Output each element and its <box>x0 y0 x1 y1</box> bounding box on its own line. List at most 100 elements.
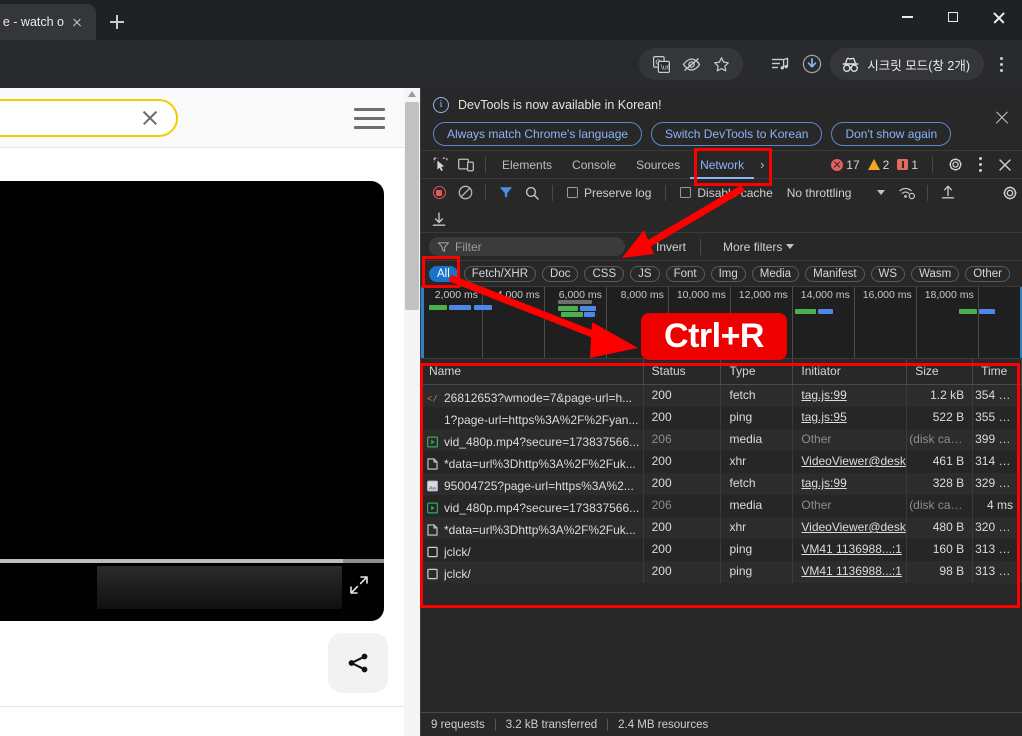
more-filters-dropdown[interactable]: More filters <box>723 240 795 254</box>
table-row[interactable]: jclck/200 ping VM41 1136988...:1 98 B 313 ms <box>421 561 1022 583</box>
column-header-status[interactable]: Status <box>644 359 722 384</box>
cell-initiator: Other <box>793 429 908 451</box>
chip-js[interactable]: JS <box>630 265 660 282</box>
dont-show-again-button[interactable]: Don't show again <box>831 122 952 146</box>
media-playlist-icon[interactable] <box>766 50 794 78</box>
close-window-button[interactable] <box>976 0 1022 34</box>
overview-tick-label: 18,000 ms <box>924 289 974 301</box>
table-row[interactable]: jclck/200 ping VM41 1136988...:1 160 B 313 m… <box>421 539 1022 561</box>
incognito-eye-icon[interactable] <box>677 50 705 78</box>
browser-tab[interactable]: e - watch o <box>0 4 96 40</box>
table-row[interactable]: vid_480p.mp4?secure=173837566... 206 media… <box>421 429 1022 451</box>
chip-wasm[interactable]: Wasm <box>911 265 960 282</box>
banner-close-icon[interactable] <box>994 110 1010 126</box>
download-icon[interactable] <box>798 50 826 78</box>
gear-icon[interactable] <box>942 152 968 178</box>
table-row[interactable]: </> 26812653?wmode=7&page-url=h... 200fetc… <box>421 385 1022 407</box>
throttling-select[interactable]: No throttling <box>781 186 886 200</box>
browser-menu-button[interactable] <box>988 48 1014 80</box>
column-header-time[interactable]: Time <box>973 359 1022 384</box>
cell-time: 355 ms <box>973 407 1022 429</box>
cell-name: jclck/ <box>421 539 644 561</box>
chip-fetch-xhr[interactable]: Fetch/XHR <box>463 265 537 282</box>
switch-to-korean-button[interactable]: Switch DevTools to Korean <box>651 122 823 146</box>
scroll-up-arrow-icon[interactable] <box>408 91 416 97</box>
scrollbar-thumb[interactable] <box>405 102 419 310</box>
column-header-name[interactable]: Name <box>421 359 644 384</box>
hamburger-icon[interactable] <box>354 108 386 130</box>
chip-all[interactable]: All <box>429 265 458 282</box>
network-conditions-button[interactable] <box>895 181 919 205</box>
warning-counter[interactable]: 2 <box>867 158 889 172</box>
hamburger-line <box>354 125 385 129</box>
column-header-size[interactable]: Size <box>907 359 974 384</box>
table-row[interactable]: 1?page-url=https%3A%2F%2Fyan... 200 ping ta… <box>421 407 1022 429</box>
chip-font[interactable]: Font <box>665 265 705 282</box>
fullscreen-icon[interactable] <box>348 574 370 596</box>
tab-console[interactable]: Console <box>562 151 626 179</box>
tab-close-icon[interactable] <box>68 13 86 31</box>
clear-button[interactable] <box>453 181 477 205</box>
table-row[interactable]: *data=url%3Dhttp%3A%2F%2Fuk... 200 xhr Vide… <box>421 517 1022 539</box>
tab-sources[interactable]: Sources <box>626 151 690 179</box>
export-har-button[interactable] <box>936 181 960 205</box>
import-har-button[interactable] <box>427 207 451 231</box>
maximize-button[interactable] <box>930 0 976 34</box>
record-button[interactable] <box>427 181 451 205</box>
always-match-language-button[interactable]: Always match Chrome's language <box>433 122 643 146</box>
column-header-initiator[interactable]: Initiator <box>793 359 908 384</box>
table-row[interactable]: vid_480p.mp4?secure=173837566... 206 media… <box>421 495 1022 517</box>
overview-tick-label: 16,000 ms <box>862 289 912 301</box>
chip-ws[interactable]: WS <box>870 265 906 282</box>
incognito-badge[interactable]: 시크릿 모드(창 2개) <box>830 48 984 80</box>
device-toolbar-icon[interactable] <box>453 152 479 178</box>
clear-icon <box>458 185 472 200</box>
chip-other[interactable]: Other <box>965 265 1010 282</box>
inspect-element-icon[interactable] <box>427 152 453 178</box>
column-header-type[interactable]: Type <box>721 359 794 384</box>
share-button[interactable] <box>328 633 388 693</box>
throttling-value: No throttling <box>786 185 852 200</box>
divider <box>607 718 609 731</box>
table-row[interactable]: 95004725?page-url=https%3A%2... 200 fetch t… <box>421 473 1022 495</box>
filter-toggle-button[interactable] <box>494 181 518 205</box>
chip-img[interactable]: Img <box>710 265 746 282</box>
page-scrollbar[interactable] <box>404 88 420 736</box>
tab-network[interactable]: Network <box>690 151 754 179</box>
minimize-button[interactable] <box>884 0 930 34</box>
search-button[interactable] <box>520 181 544 205</box>
translate-icon[interactable]: G \u6587 <box>647 50 675 78</box>
tab-strip: e - watch o <box>0 0 1022 40</box>
preserve-log-checkbox[interactable]: Preserve log <box>561 186 657 200</box>
devtools-menu-icon[interactable] <box>971 152 989 178</box>
new-tab-button[interactable] <box>104 9 130 35</box>
issue-counter[interactable]: 1 <box>897 158 918 172</box>
chevron-down-icon <box>786 244 795 249</box>
filter-input[interactable]: Filter <box>429 237 625 256</box>
devtools-close-icon[interactable] <box>992 152 1018 178</box>
search-input[interactable] <box>0 99 178 137</box>
bookmark-star-icon[interactable] <box>707 50 735 78</box>
video-progress-bar[interactable] <box>0 559 384 563</box>
chip-manifest[interactable]: Manifest <box>805 265 865 282</box>
chip-css[interactable]: CSS <box>584 265 625 282</box>
video-player[interactable] <box>0 181 384 621</box>
table-row[interactable]: *data=url%3Dhttp%3A%2F%2Fuk... 200 xhr Vide… <box>421 451 1022 473</box>
network-settings-button[interactable] <box>998 181 1022 205</box>
cell-size: 328 B <box>907 473 974 495</box>
language-banner: i DevTools is now available in Korean! A… <box>421 88 1022 151</box>
invert-checkbox[interactable]: Invert <box>639 240 686 254</box>
disable-cache-label: Disable cache <box>697 185 773 200</box>
cell-type: fetch <box>721 473 794 495</box>
error-counter[interactable]: 17 <box>831 158 860 172</box>
chip-doc[interactable]: Doc <box>542 265 579 282</box>
cell-name: *data=url%3Dhttp%3A%2F%2Fuk... <box>421 451 644 473</box>
chip-media[interactable]: Media <box>751 265 800 282</box>
tab-elements[interactable]: Elements <box>492 151 562 179</box>
more-tabs-icon[interactable]: › <box>754 157 770 172</box>
cell-initiator: tag.js:99 <box>793 473 908 495</box>
video-controls-bar[interactable] <box>97 566 342 609</box>
cell-size: 98 B <box>907 561 974 583</box>
disable-cache-checkbox[interactable]: Disable cache <box>674 186 778 200</box>
clear-search-icon[interactable] <box>140 108 160 128</box>
